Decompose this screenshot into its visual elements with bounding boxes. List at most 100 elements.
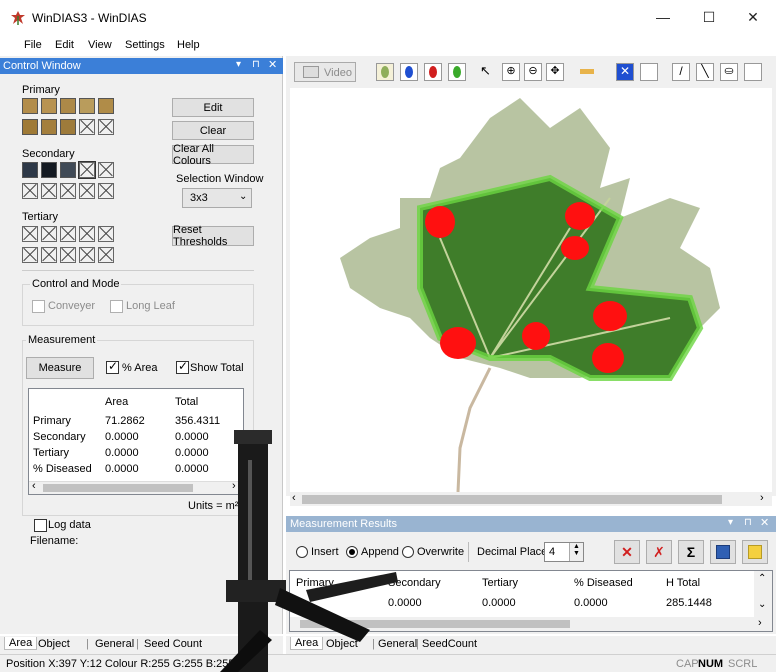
empty-swatch[interactable] xyxy=(79,247,95,263)
note-icon[interactable] xyxy=(742,540,768,564)
long-leaf-checkbox[interactable] xyxy=(110,300,123,313)
panel-close-icon[interactable]: ✕ xyxy=(760,516,769,529)
clear-button[interactable]: Clear xyxy=(172,121,254,140)
rectangle-icon[interactable] xyxy=(640,63,658,81)
empty-swatch[interactable] xyxy=(98,119,114,135)
empty-swatch[interactable] xyxy=(60,183,76,199)
selected-empty-swatch[interactable] xyxy=(78,161,96,179)
green-leaf-icon[interactable] xyxy=(448,63,466,81)
conveyer-checkbox[interactable] xyxy=(32,300,45,313)
empty-swatch[interactable] xyxy=(60,247,76,263)
results-v-scrollbar[interactable]: ⌃ ⌄ xyxy=(754,571,772,617)
scroll-right-icon[interactable]: › xyxy=(760,492,764,504)
stepper-arrows-icon[interactable]: ▲ ▼ xyxy=(569,543,583,561)
measure-button[interactable]: Measure xyxy=(26,357,94,379)
sum-icon[interactable]: Σ xyxy=(678,540,704,564)
log-data-checkbox[interactable] xyxy=(34,519,47,532)
empty-swatch[interactable] xyxy=(22,183,38,199)
close-button[interactable]: ✕ xyxy=(730,0,776,34)
line-icon[interactable]: ╲ xyxy=(696,63,714,81)
leaf-icon[interactable] xyxy=(376,63,394,81)
blue-leaf-icon[interactable] xyxy=(400,63,418,81)
maximize-button[interactable]: ☐ xyxy=(686,0,732,34)
scroll-up-icon[interactable]: ⌃ xyxy=(758,573,766,584)
decimal-places-value: 4 xyxy=(549,546,556,558)
table-header: Area xyxy=(105,396,129,408)
zoom-out-icon[interactable]: ⊖ xyxy=(524,63,542,81)
table-h-scrollbar[interactable]: ‹ › xyxy=(29,480,243,494)
primary-swatch[interactable] xyxy=(41,119,57,135)
delete-all-icon[interactable]: ✗ xyxy=(646,540,672,564)
empty-swatch[interactable] xyxy=(41,226,57,242)
empty-swatch[interactable] xyxy=(41,183,57,199)
minimize-button[interactable]: — xyxy=(640,0,686,34)
empty-swatch[interactable] xyxy=(22,226,38,242)
empty-swatch[interactable] xyxy=(41,247,57,263)
ruler-icon[interactable] xyxy=(578,63,596,81)
empty-swatch[interactable] xyxy=(60,226,76,242)
empty-swatch[interactable] xyxy=(98,162,114,178)
select-box-icon[interactable]: ✕ xyxy=(616,63,634,81)
tab-area[interactable]: Area xyxy=(4,637,38,650)
tab-seed-count[interactable]: Seed Count xyxy=(144,638,202,650)
video-button[interactable]: Video xyxy=(294,62,356,82)
empty-swatch[interactable] xyxy=(79,183,95,199)
tab-object[interactable]: Object xyxy=(38,638,70,650)
red-leaf-icon[interactable] xyxy=(424,63,442,81)
pencil-icon[interactable]: / xyxy=(672,63,690,81)
results-header-cell: H Total xyxy=(666,577,701,589)
empty-swatch[interactable] xyxy=(79,226,95,242)
pin-icon[interactable]: ⊓ xyxy=(744,517,752,528)
menu-edit[interactable]: Edit xyxy=(55,39,74,51)
secondary-swatch[interactable] xyxy=(22,162,38,178)
panel-close-icon[interactable]: ✕ xyxy=(268,58,277,71)
pin-icon[interactable]: ⊓ xyxy=(252,59,260,70)
menu-help[interactable]: Help xyxy=(177,39,200,51)
tab-general[interactable]: General xyxy=(95,638,134,650)
pan-icon[interactable]: ✥ xyxy=(546,63,564,81)
log-data-label: Log data xyxy=(48,519,91,531)
dropdown-icon[interactable]: ▾ xyxy=(728,517,733,528)
clear-all-colours-button[interactable]: Clear All Colours xyxy=(172,143,254,167)
results-cell: 0.0000 xyxy=(482,597,516,609)
decimal-places-stepper[interactable]: 4 ▲ ▼ xyxy=(544,542,584,562)
area-table: Area Total Primary 71.2862 356.4311 Seco… xyxy=(28,388,244,495)
primary-swatch[interactable] xyxy=(41,98,57,114)
empty-swatch[interactable] xyxy=(98,247,114,263)
scroll-left-icon[interactable]: ‹ xyxy=(32,480,36,492)
primary-swatch[interactable] xyxy=(22,119,38,135)
scroll-right-icon[interactable]: › xyxy=(758,617,762,629)
scroll-thumb[interactable] xyxy=(43,484,193,492)
primary-swatch[interactable] xyxy=(60,119,76,135)
zoom-in-icon[interactable]: ⊕ xyxy=(502,63,520,81)
primary-swatch[interactable] xyxy=(60,98,76,114)
dropdown-icon[interactable]: ▾ xyxy=(236,59,241,70)
delete-icon[interactable]: ✕ xyxy=(614,540,640,564)
menu-view[interactable]: View xyxy=(88,39,112,51)
empty-swatch[interactable] xyxy=(98,183,114,199)
frame-icon[interactable] xyxy=(744,63,762,81)
show-total-checkbox[interactable] xyxy=(176,359,189,374)
pointer-icon[interactable]: ↖ xyxy=(480,63,498,81)
menu-settings[interactable]: Settings xyxy=(125,39,165,51)
reset-thresholds-button[interactable]: Reset Thresholds xyxy=(172,224,254,248)
secondary-swatch[interactable] xyxy=(41,162,57,178)
primary-swatch[interactable] xyxy=(98,98,114,114)
empty-swatch[interactable] xyxy=(79,119,95,135)
secondary-swatch[interactable] xyxy=(60,162,76,178)
menu-file[interactable]: File xyxy=(24,39,42,51)
selection-window-select[interactable]: 3x3 ⌄ xyxy=(182,188,252,208)
selection-window-value: 3x3 xyxy=(190,192,208,204)
table-cell: Secondary xyxy=(33,431,86,443)
pct-area-checkbox[interactable] xyxy=(106,359,119,374)
fill-icon[interactable]: ⛀ xyxy=(720,63,738,81)
primary-swatch[interactable] xyxy=(79,98,95,114)
empty-swatch[interactable] xyxy=(98,226,114,242)
scroll-down-icon[interactable]: ⌄ xyxy=(758,599,766,610)
window-title: WinDIAS3 - WinDIAS xyxy=(32,11,147,25)
save-icon[interactable] xyxy=(710,540,736,564)
primary-swatch[interactable] xyxy=(22,98,38,114)
empty-swatch[interactable] xyxy=(22,247,38,263)
edit-button[interactable]: Edit xyxy=(172,98,254,117)
tab-seed-count[interactable]: SeedCount xyxy=(422,638,477,650)
